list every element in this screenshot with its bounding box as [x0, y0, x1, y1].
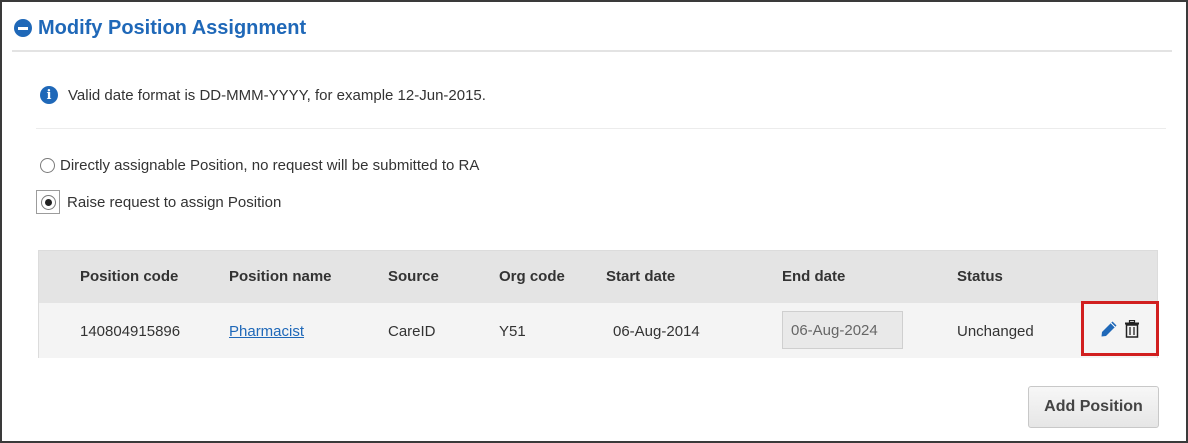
column-header: Status	[957, 268, 1003, 285]
column-header: Org code	[499, 268, 565, 285]
status-cell: Unchanged	[957, 323, 1034, 340]
radio-direct-assign[interactable]	[40, 158, 55, 173]
table-header: Position code Position name Source Org c…	[39, 251, 1157, 303]
org-code-cell: Y51	[499, 323, 526, 340]
table-row: 140804915896 Pharmacist CareID Y51 06-Au…	[39, 303, 1157, 358]
panel-frame	[0, 0, 1188, 443]
info-divider	[36, 128, 1166, 129]
column-header: Position name	[229, 268, 332, 285]
radio-raise-request[interactable]	[40, 194, 56, 210]
header-divider	[12, 50, 1172, 52]
trash-icon[interactable]	[1124, 319, 1140, 338]
section-title: Modify Position Assignment	[38, 16, 307, 39]
info-message: i Valid date format is DD-MMM-YYYY, for …	[40, 86, 486, 104]
info-icon: i	[40, 86, 58, 104]
start-date-cell: 06-Aug-2014	[613, 323, 700, 340]
column-header: Source	[388, 268, 439, 285]
position-code: 140804915896	[80, 323, 181, 340]
column-header: Start date	[606, 268, 676, 285]
column-header: Position code	[80, 268, 179, 285]
add-position-button[interactable]: Add Position	[1028, 386, 1159, 428]
option-raise-request[interactable]: Raise request to assign Position	[36, 190, 281, 214]
option-label: Directly assignable Position, no request…	[60, 157, 480, 174]
column-header: End date	[782, 268, 846, 285]
section-header[interactable]: Modify Position Assignment	[14, 14, 306, 42]
row-actions	[1081, 301, 1159, 356]
pencil-icon[interactable]	[1100, 320, 1118, 338]
source-cell: CareID	[388, 323, 436, 340]
option-label: Raise request to assign Position	[67, 193, 282, 211]
info-text: Valid date format is DD-MMM-YYYY, for ex…	[68, 86, 486, 104]
minus-circle-icon[interactable]	[14, 19, 32, 37]
position-name-link[interactable]: Pharmacist	[229, 323, 304, 340]
option-direct-assign[interactable]: Directly assignable Position, no request…	[40, 157, 479, 174]
positions-table: Position code Position name Source Org c…	[38, 250, 1159, 358]
end-date-input[interactable]	[782, 311, 903, 349]
